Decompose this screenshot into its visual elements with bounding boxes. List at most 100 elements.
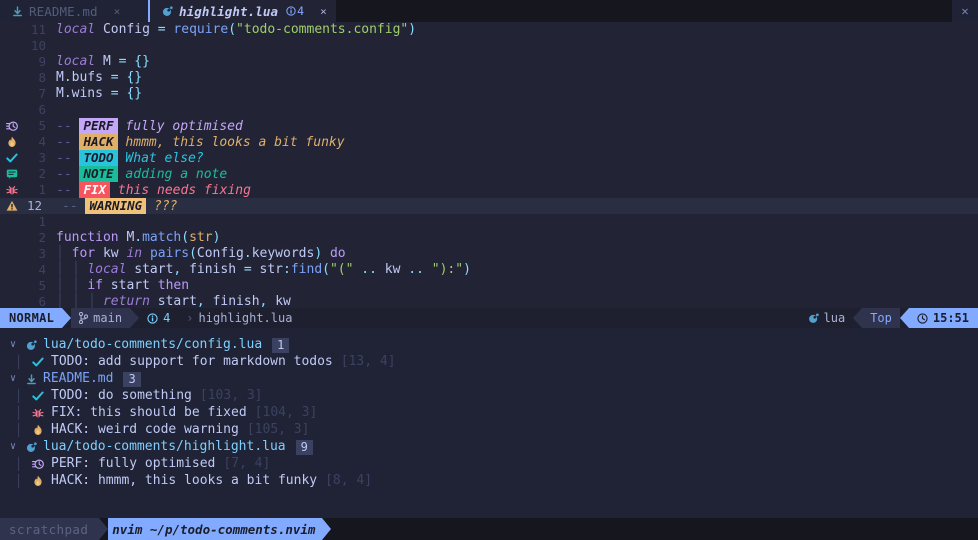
todo-file-path: lua/todo-comments/highlight.lua xyxy=(43,439,286,454)
todo-file-group-header[interactable]: ∨ README.md 3 xyxy=(0,371,978,387)
code-token: M xyxy=(56,70,64,85)
perf-icon xyxy=(25,458,51,470)
code-line: 7 M.wins = {} xyxy=(0,86,978,102)
perf-icon xyxy=(0,120,24,132)
todo-comment-text: this needs fixing xyxy=(117,182,251,198)
todo-list-item[interactable]: │ HACK: hmmm, this looks a bit funky [8, 4… xyxy=(0,473,978,489)
time-arrow-icon xyxy=(899,308,909,328)
branch-arrow-icon xyxy=(130,308,140,328)
comment-dashes: -- xyxy=(56,150,80,166)
fix-icon xyxy=(6,184,18,196)
code-token: Config xyxy=(196,246,244,261)
todo-item-text: FIX: this should be fixed xyxy=(51,405,247,420)
todo-keyword-chip: WARNING xyxy=(85,197,147,214)
statusline-spacer xyxy=(300,308,800,328)
indent-guide: │ xyxy=(56,278,64,293)
code-content: if start then xyxy=(56,278,978,294)
code-editor[interactable]: 11 local Config = require("todo-comments.… xyxy=(0,22,978,308)
todo-item-position: [103, 3] xyxy=(199,388,263,403)
todo-count-badge: 9 xyxy=(295,439,313,455)
code-token: bufs xyxy=(71,70,103,85)
code-content: return start, finish, kw xyxy=(56,294,978,308)
todo-list-item[interactable]: │ TODO: add support for markdown todos [13… xyxy=(0,354,978,370)
code-token: = xyxy=(157,22,166,37)
indent-guide: │ xyxy=(56,246,64,261)
indent-guide: │ xyxy=(56,294,64,308)
tmux-session-label: scratchpad xyxy=(9,521,89,537)
code-token: .. xyxy=(408,262,424,277)
chevron-down-icon[interactable]: ∨ xyxy=(10,439,20,455)
chevron-down-icon[interactable]: ∨ xyxy=(10,371,20,387)
todo-list-panel[interactable]: ∨ lua/todo-comments/config.lua 1 │ TODO: add… xyxy=(0,328,978,518)
code-token: wins xyxy=(71,86,103,101)
code-token: . xyxy=(243,246,252,261)
line-number: 12 xyxy=(27,198,43,213)
code-token: = xyxy=(243,262,252,277)
tree-guide-icon: │ xyxy=(15,406,23,420)
code-token: M xyxy=(102,54,111,69)
buffer-diagnostic-count: 4 xyxy=(286,4,304,18)
indent-guide: │ xyxy=(88,294,96,308)
todo-keyword-chip: HACK xyxy=(79,133,118,150)
code-token: in xyxy=(126,246,143,261)
code-line: 4 -- HACK hmmm, this looks a bit funky xyxy=(0,133,978,150)
nvim-window: README.md × highlight.lua 4 × ✕ 11 local Confi… xyxy=(0,0,978,540)
todo-list-item[interactable]: │ FIX: this should be fixed [104, 3] xyxy=(0,405,978,421)
code-line: 9 local M = {} xyxy=(0,54,978,70)
note-icon xyxy=(6,168,18,180)
code-token: "):" xyxy=(431,262,464,277)
todo-file-group-header[interactable]: ∨ lua/todo-comments/highlight.lua 9 xyxy=(0,439,978,455)
clock-icon xyxy=(917,312,928,324)
todo-item-text: PERF: fully optimised xyxy=(51,456,216,471)
line-number: 5 xyxy=(38,278,46,293)
branch-label: main xyxy=(93,311,123,325)
indent-guide: │ xyxy=(72,278,80,293)
buffer-close-icon[interactable]: × xyxy=(114,5,121,18)
buffer-tab-highlight-lua[interactable]: highlight.lua 4 × xyxy=(148,0,336,22)
code-content: function M.match(str) xyxy=(56,230,978,246)
statusline-position: Top xyxy=(862,308,900,328)
code-token: : xyxy=(283,262,291,277)
todo-list-item[interactable]: │ HACK: weird code warning [105, 3] xyxy=(0,422,978,438)
code-token: . xyxy=(134,230,143,245)
line-number: 9 xyxy=(38,54,46,69)
buffer-tab-readme-md[interactable]: README.md × xyxy=(0,0,148,22)
tmux-filler xyxy=(331,518,978,540)
separator-icon: › xyxy=(186,311,194,325)
todo-list-item[interactable]: │ TODO: do something [103, 3] xyxy=(0,388,978,404)
hack-icon xyxy=(6,136,18,148)
code-token: function xyxy=(56,230,119,245)
todo-list-item[interactable]: │ PERF: fully optimised [7, 4] xyxy=(0,456,978,472)
tmux-active-window[interactable]: nvim ~/p/todo-comments.nvim xyxy=(108,518,323,540)
code-token: ( xyxy=(189,246,197,261)
code-token: if xyxy=(87,278,103,293)
todo-file-group-header[interactable]: ∨ lua/todo-comments/config.lua 1 xyxy=(0,337,978,353)
indent-guide: │ xyxy=(72,262,80,277)
filename-label: highlight.lua xyxy=(198,311,293,325)
code-token: {} xyxy=(126,86,143,101)
todo-keyword-chip: TODO xyxy=(79,149,118,166)
statusline-diagnostics[interactable]: 4 xyxy=(139,308,179,328)
code-token: start xyxy=(157,294,197,308)
code-token: .. xyxy=(361,262,377,277)
buffer-diagnostic-number: 4 xyxy=(297,4,305,18)
code-line: 4 │ │ local start, finish = str:find("(" .… xyxy=(0,262,978,278)
code-line: 11 local Config = require("todo-comments.… xyxy=(0,22,978,38)
chevron-down-icon[interactable]: ∨ xyxy=(10,337,20,353)
tmux-session-name: scratchpad xyxy=(0,518,100,540)
code-token: ) xyxy=(212,230,221,245)
code-token: match xyxy=(142,230,182,245)
comment-dashes: -- xyxy=(56,118,80,134)
fix-icon xyxy=(25,407,51,419)
code-content: local M = {} xyxy=(56,54,978,70)
code-token: return xyxy=(102,294,150,308)
buffer-close-icon[interactable]: × xyxy=(320,5,327,18)
hack-icon xyxy=(0,136,24,148)
line-number: 1 xyxy=(38,214,46,229)
todo-keyword-chip: PERF xyxy=(79,117,118,134)
code-token: ( xyxy=(228,22,237,37)
close-icon[interactable]: ✕ xyxy=(952,0,978,22)
